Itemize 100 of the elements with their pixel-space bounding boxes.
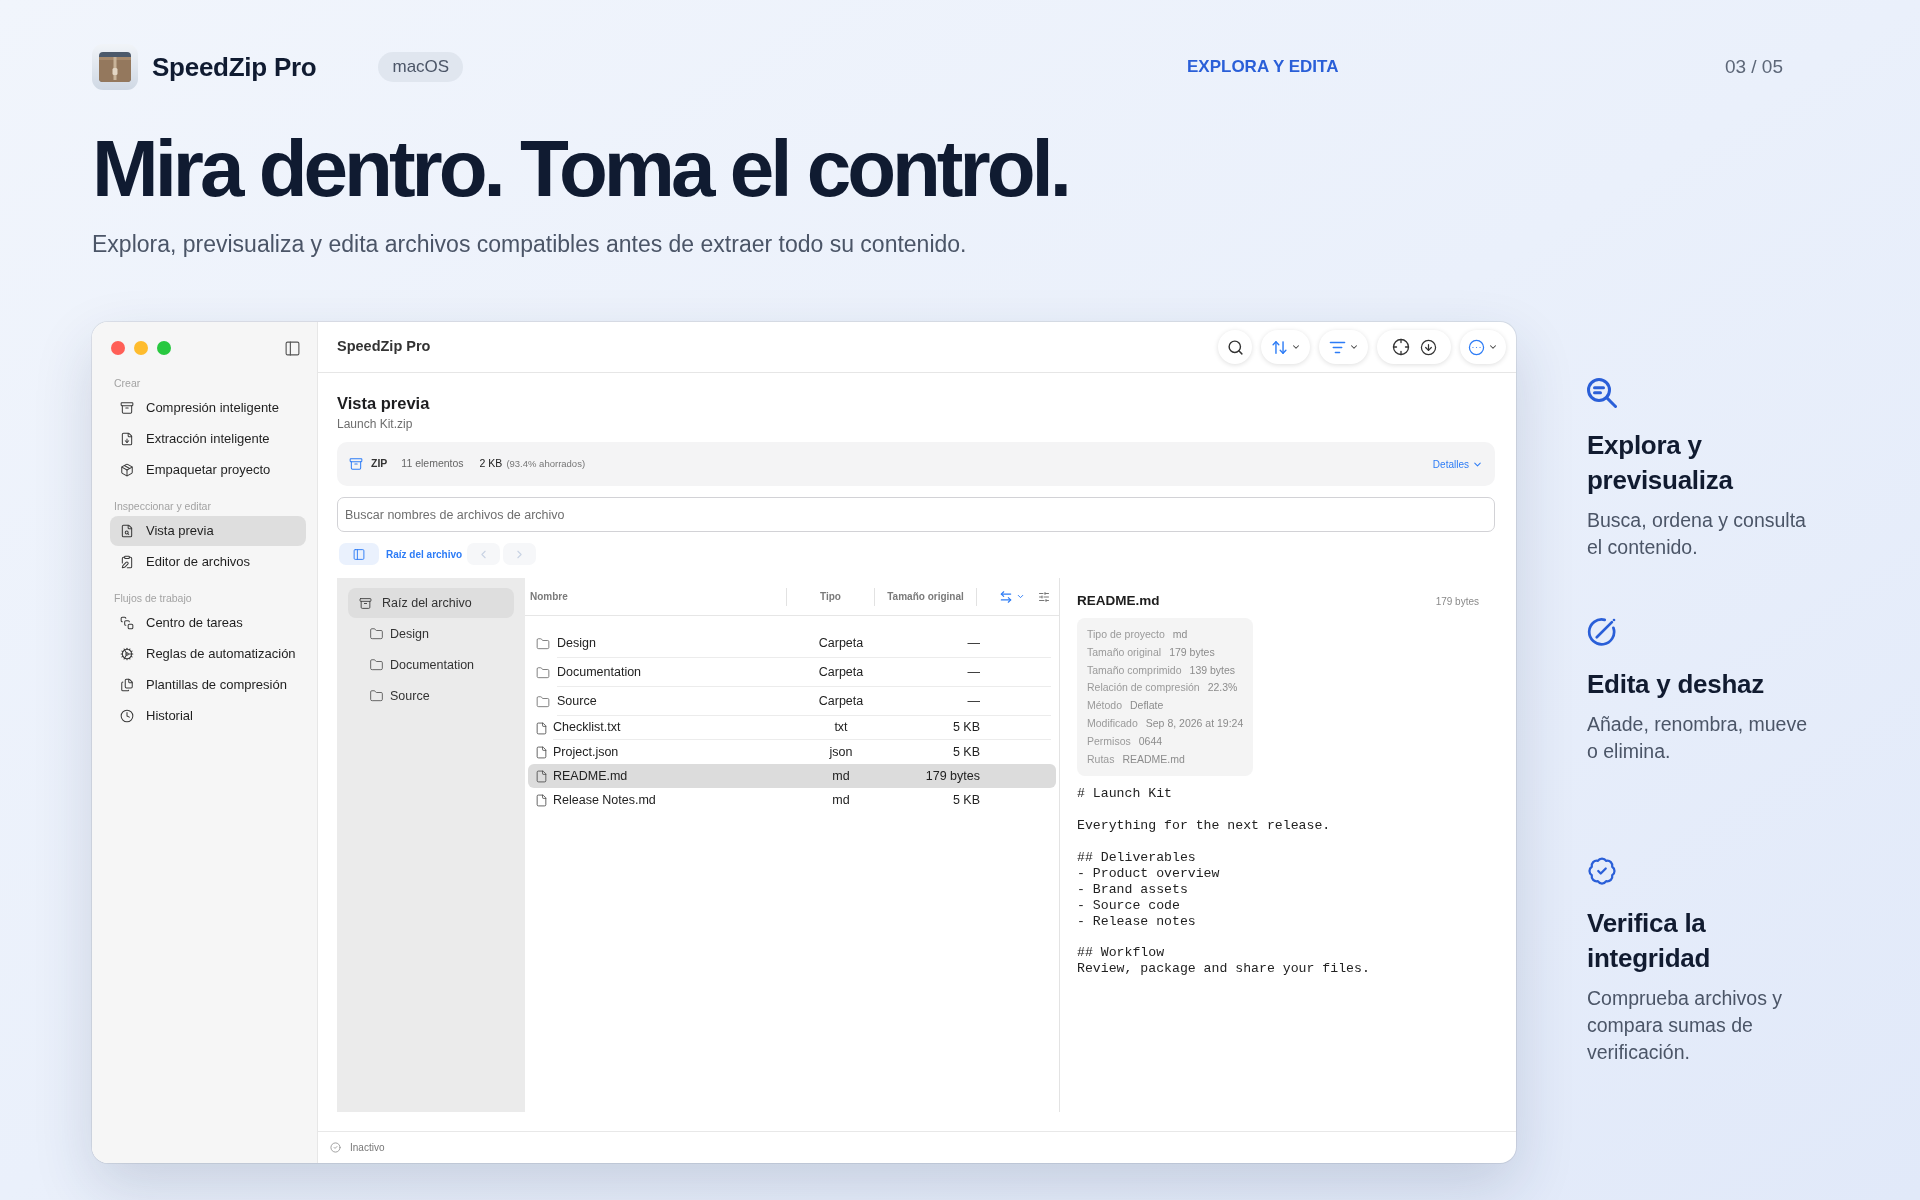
chevron-down-icon <box>1488 342 1498 352</box>
app-logo <box>92 44 138 90</box>
tree-toggle-button[interactable] <box>339 543 379 565</box>
up-down-arrows-icon <box>1270 338 1288 356</box>
metadata-label: Tipo de proyecto <box>1087 627 1165 642</box>
more-button[interactable] <box>1460 330 1506 364</box>
zoom-button[interactable] <box>157 341 171 355</box>
sidebar-item[interactable]: Empaquetar proyecto <box>110 455 306 485</box>
close-button[interactable] <box>111 341 125 355</box>
column-header[interactable]: Nombre <box>525 589 786 604</box>
metadata-label: Permisos <box>1087 733 1131 749</box>
markdown-text: # Launch Kit Everything for the next release. ## Deliverables - Product overview - Brand assets - Source code - Release notes ## Workflow Review, package and share your files. <box>1077 786 1370 978</box>
column-header[interactable]: Tamaño original <box>875 589 976 604</box>
package-icon <box>120 463 134 477</box>
sidebar-panel-icon <box>282 339 302 357</box>
tree-item[interactable]: Raíz del archivo <box>348 588 514 618</box>
feature-description: Comprueba archivos y compara sumas de verificación. <box>1587 986 1784 1065</box>
folder-icon <box>535 636 551 651</box>
gear-icon <box>120 647 134 661</box>
file-row[interactable]: Documentation Carpeta — <box>528 658 1056 687</box>
clipboard-pen-icon <box>120 555 134 569</box>
metadata-label: Método <box>1087 698 1123 714</box>
sidebar-item-label: Extracción inteligente <box>146 430 270 449</box>
file-type: md <box>831 767 851 785</box>
folder-icon <box>369 689 384 703</box>
tree-item-label: Source <box>390 687 430 705</box>
file-size: 5 KB <box>951 791 980 809</box>
sidebar-item[interactable]: Historial <box>110 701 306 731</box>
archive-box-icon <box>359 596 372 610</box>
download-circle-icon <box>1419 338 1437 356</box>
chevron-down-icon <box>1016 592 1025 601</box>
feature-description: Añade, renombra, mueve o elimina. <box>1587 712 1809 764</box>
metadata-value: Deflate <box>1130 698 1164 714</box>
archive-item-count: 11 elementos <box>401 456 464 472</box>
search-lines-icon <box>1587 378 1617 408</box>
file-name: Documentation <box>557 663 643 681</box>
file-row[interactable]: README.md md 179 bytes <box>528 764 1056 788</box>
minimize-button[interactable] <box>134 341 148 355</box>
tree-item[interactable]: Documentation <box>348 650 514 680</box>
file-type: Carpeta <box>817 634 865 652</box>
file-type: md <box>831 791 851 809</box>
file-icon <box>535 792 548 808</box>
search-button[interactable] <box>1218 330 1252 364</box>
breadcrumb-current[interactable]: Raíz del archivo <box>386 546 463 562</box>
file-row[interactable]: Checklist.txt txt 5 KB <box>528 716 1056 740</box>
tree-item-label: Design <box>390 625 429 643</box>
sort-button[interactable] <box>1261 330 1310 364</box>
preview-file-name: README.md <box>1077 591 1160 610</box>
sidebar-item[interactable]: Plantillas de compresión <box>110 670 306 700</box>
file-name: Project.json <box>553 743 620 761</box>
files-icon <box>120 678 134 692</box>
file-size: 5 KB <box>951 743 980 761</box>
download-button[interactable] <box>1419 338 1437 356</box>
file-name: Release Notes.md <box>553 791 657 809</box>
sidebar-item[interactable]: Centro de tareas <box>110 608 306 638</box>
sidebar-item-label: Historial <box>146 707 193 726</box>
sidebar-section-title: Crear <box>113 376 142 391</box>
sidebar-item[interactable]: Reglas de automatización <box>110 639 306 669</box>
page-counter: 03 / 05 <box>1724 55 1783 79</box>
file-name: Source <box>557 692 598 710</box>
sidebar-toggle-button[interactable] <box>282 339 302 357</box>
file-icon <box>535 720 548 736</box>
target-button[interactable] <box>1391 338 1410 356</box>
brand-name: SpeedZip Pro <box>152 51 317 83</box>
file-row[interactable]: Project.json json 5 KB <box>528 740 1056 764</box>
sidebar-item[interactable]: Editor de archivos <box>110 547 306 577</box>
headline: Mira dentro. Toma el control. <box>92 129 1068 209</box>
file-row[interactable]: Source Carpeta — <box>528 687 1056 716</box>
file-name: README.md <box>553 767 629 785</box>
column-header[interactable]: Tipo <box>787 589 874 604</box>
folder-icon <box>535 665 551 680</box>
sidebar-item-label: Vista previa <box>146 522 214 541</box>
file-type: Carpeta <box>817 663 865 681</box>
sidebar-item[interactable]: Vista previa <box>110 516 306 546</box>
metadata-label: Relación de compresión <box>1087 680 1200 696</box>
file-icon <box>535 744 548 760</box>
section-label: EXPLORA Y EDITA <box>1187 56 1339 78</box>
file-row[interactable]: Design Carpeta — <box>528 629 1056 658</box>
search-field[interactable]: Buscar nombres de archivos de archivo <box>337 497 1495 532</box>
sidebar-item[interactable]: Compresión inteligente <box>110 393 306 423</box>
folder-icon <box>535 694 551 709</box>
metadata-value: 139 bytes <box>1189 662 1236 678</box>
search-icon <box>1226 338 1244 356</box>
folder-icon <box>369 658 384 672</box>
status-text: Inactivo <box>350 1141 385 1155</box>
file-size: — <box>966 692 980 710</box>
tree-item[interactable]: Design <box>348 619 514 649</box>
column-width-button[interactable] <box>999 589 1025 604</box>
metadata-value: 0644 <box>1138 733 1163 749</box>
tree-item[interactable]: Source <box>348 681 514 711</box>
metadata-value: md <box>1172 627 1188 642</box>
column-options-button[interactable] <box>1038 590 1050 603</box>
details-button[interactable]: Detalles <box>1432 456 1483 472</box>
file-search-icon <box>120 524 134 538</box>
archive-size: 2 KB <box>479 456 503 472</box>
left-right-arrows-icon <box>999 589 1013 604</box>
file-row[interactable]: Release Notes.md md 5 KB <box>528 788 1056 812</box>
filter-button[interactable] <box>1319 330 1368 364</box>
sidebar-item-label: Compresión inteligente <box>146 399 279 418</box>
sidebar-item[interactable]: Extracción inteligente <box>110 424 306 454</box>
